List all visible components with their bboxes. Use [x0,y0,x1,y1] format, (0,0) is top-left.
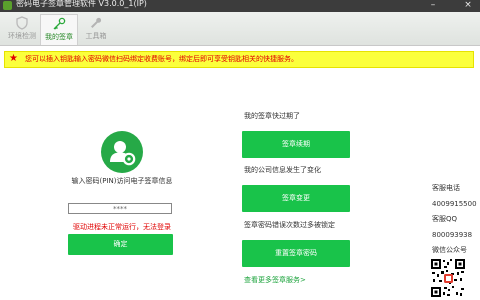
pin-prompt: 输入密码(PIN)访问电子签章信息 [71,177,173,185]
key-icon [53,17,66,30]
phone-label: 客服电话 [432,184,460,192]
tab-my-seal[interactable]: 我的签章 [40,14,78,45]
app-icon [3,1,12,10]
change-label: 我的公司信息发生了变化 [244,166,321,174]
tab-strip: 环境检测 我的签章 工具箱 [0,12,480,46]
wechat-label: 微信公众号 [432,246,467,254]
notice-bar: ★ 您可以插入钥匙输入密码微信扫码绑定收费账号，绑定后即可享受钥匙相关的快捷服务… [4,51,474,68]
confirm-button[interactable]: 确定 [68,234,173,255]
pin-input[interactable] [68,203,172,214]
title-bar: 密码电子签章管理软件 V3.0.0_1(IP) – × [0,0,480,12]
close-button[interactable]: × [460,0,476,12]
phone-number: 4009915500 [432,200,477,208]
change-seal-button[interactable]: 签章变更 [242,185,350,212]
star-icon: ★ [9,53,18,64]
tab-label: 环境检测 [8,32,36,40]
qq-number: 800093938 [432,231,473,239]
user-gear-icon [101,131,143,173]
qr-code-image [430,258,466,298]
qq-label: 客服QQ [432,215,458,223]
tab-label: 工具箱 [85,32,107,40]
tab-environment-check[interactable]: 环境检测 [4,14,40,44]
more-services-link[interactable]: 查看更多签章服务> [244,275,306,285]
tab-label: 我的签章 [45,33,73,41]
renewal-label: 我的签章快过期了 [244,112,300,120]
reset-password-button[interactable]: 重置签章密码 [242,240,350,267]
notice-text: 您可以插入钥匙输入密码微信扫码绑定收费账号，绑定后即可享受钥匙相关的快捷服务。 [25,55,298,63]
renew-seal-button[interactable]: 签章续期 [242,131,350,158]
window-title: 密码电子签章管理软件 V3.0.0_1(IP) [16,0,147,8]
tab-toolbox[interactable]: 工具箱 [78,14,114,44]
minimize-button[interactable]: – [425,0,441,12]
locked-label: 签章密码错误次数过多被锁定 [244,221,335,229]
shield-icon [16,16,28,30]
error-message: 驱动进程未正常运行，无法登录 [73,223,171,231]
wrench-icon [91,17,102,28]
